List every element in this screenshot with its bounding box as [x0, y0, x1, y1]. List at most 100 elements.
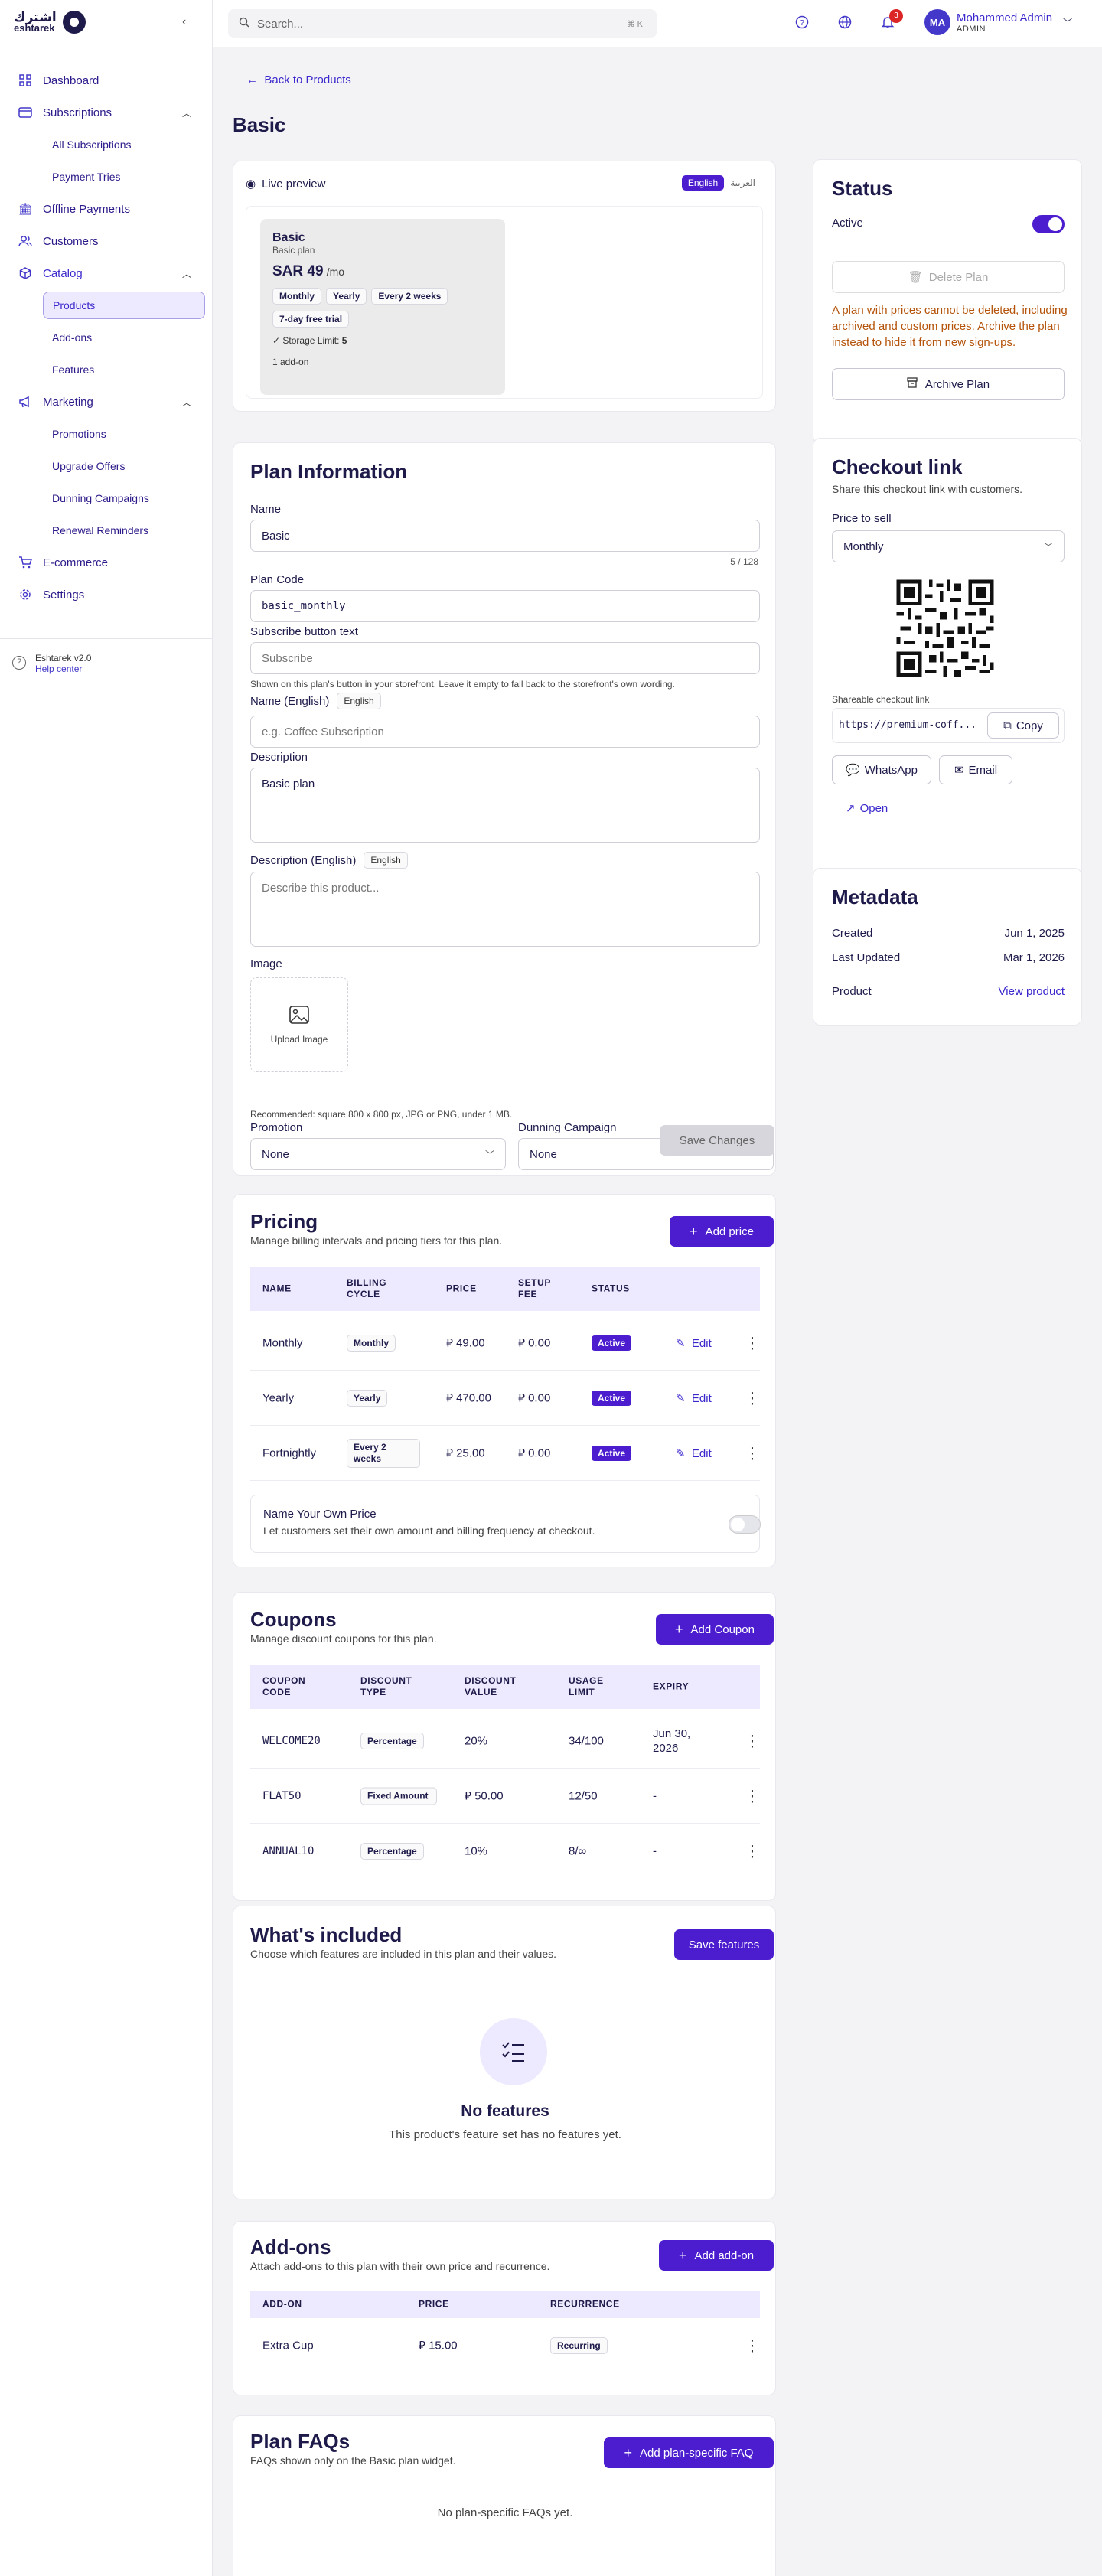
collapse-sidebar-icon[interactable]: ‹: [182, 15, 186, 29]
save-features-button[interactable]: Save features: [674, 1929, 774, 1960]
sidebar-item-ecommerce[interactable]: E-commerce: [0, 546, 213, 579]
add-coupon-button[interactable]: + Add Coupon: [656, 1614, 774, 1645]
checklist-icon: [480, 2018, 547, 2085]
bell-icon[interactable]: 3: [880, 9, 903, 31]
subscribe-button-text-label: Subscribe button text: [250, 625, 358, 638]
add-faq-button[interactable]: + Add plan-specific FAQ: [604, 2437, 774, 2468]
sidebar-item-dunning-campaigns[interactable]: Dunning Campaigns: [0, 482, 213, 514]
sidebar-item-dashboard[interactable]: Dashboard: [0, 64, 213, 96]
sidebar-item-marketing[interactable]: Marketing ︿: [0, 386, 213, 418]
help-icon[interactable]: ?: [794, 15, 810, 31]
name-english-field[interactable]: e.g. Coffee Subscription: [250, 716, 760, 748]
more-options-icon[interactable]: ⋮: [745, 1842, 760, 1861]
more-options-icon[interactable]: ⋮: [745, 1731, 760, 1750]
sidebar-item-add-ons[interactable]: Add-ons: [0, 321, 213, 354]
save-changes-button[interactable]: Save Changes: [660, 1125, 774, 1156]
more-options-icon[interactable]: ⋮: [745, 1333, 760, 1352]
archive-plan-button[interactable]: Archive Plan: [832, 368, 1065, 400]
table-row: ANNUAL10 Percentage 10% 8/∞ - ⋮: [250, 1824, 760, 1879]
more-options-icon[interactable]: ⋮: [745, 1388, 760, 1407]
avatar: MA: [924, 9, 950, 35]
discount-type-chip: Fixed Amount: [360, 1787, 437, 1805]
copy-link-button[interactable]: ⧉ Copy: [987, 712, 1059, 739]
plan-code-field[interactable]: basic_monthly: [250, 590, 760, 622]
shareable-link-label: Shareable checkout link: [832, 694, 930, 705]
mail-icon: ✉: [954, 764, 964, 777]
brand-logo[interactable]: اشترك eshtarek: [14, 11, 86, 34]
riyal-icon: ⃁: [518, 1336, 525, 1349]
user-menu[interactable]: MA Mohammed Admin ADMIN ﹀: [924, 9, 1072, 35]
pricing-title: Pricing: [250, 1210, 318, 1233]
sidebar-item-renewal-reminders[interactable]: Renewal Reminders: [0, 514, 213, 546]
add-addon-button[interactable]: + Add add-on: [659, 2240, 774, 2271]
share-whatsapp-button[interactable]: 💬 WhatsApp: [832, 755, 931, 784]
sidebar-item-products[interactable]: Products: [43, 292, 205, 319]
pricing-card: Pricing Manage billing intervals and pri…: [233, 1194, 776, 1567]
preview-cycle-chip[interactable]: Every 2 weeks: [371, 288, 448, 305]
upload-image-dropzone[interactable]: Upload Image: [250, 977, 348, 1072]
sidebar-item-catalog[interactable]: Catalog ︿: [0, 257, 213, 289]
price-to-sell-label: Price to sell: [832, 512, 892, 525]
sidebar-item-all-subscriptions[interactable]: All Subscriptions: [0, 129, 213, 161]
empty-features-title: No features: [461, 2102, 549, 2120]
preview-period: /mo: [326, 266, 345, 278]
name-field[interactable]: Basic: [250, 520, 760, 552]
more-options-icon[interactable]: ⋮: [745, 1443, 760, 1462]
add-addon-label: Add add-on: [694, 2248, 755, 2262]
sidebar-footer: ? Eshtarek v2.0 Help center: [0, 638, 213, 688]
subscribe-button-text-field[interactable]: Subscribe: [250, 642, 760, 674]
sidebar-item-subscriptions[interactable]: Subscriptions ︿: [0, 96, 213, 129]
archive-icon: [907, 377, 918, 391]
price-to-sell-select[interactable]: Monthly ﹀: [832, 530, 1065, 562]
globe-icon[interactable]: [837, 15, 853, 31]
description-english-field[interactable]: Describe this product...: [250, 872, 760, 947]
help-center-link[interactable]: Help center: [35, 664, 201, 674]
nyop-toggle[interactable]: [729, 1515, 761, 1534]
active-toggle[interactable]: [1032, 215, 1065, 233]
expiry: -: [653, 1789, 657, 1802]
email-label: Email: [968, 763, 998, 777]
lang-en-button[interactable]: English: [681, 175, 725, 191]
share-email-button[interactable]: ✉ Email: [939, 755, 1012, 784]
add-price-button[interactable]: + Add price: [670, 1216, 774, 1247]
preview-cycle-chip[interactable]: Yearly: [326, 288, 367, 305]
dunning-campaign-label: Dunning Campaign: [518, 1121, 617, 1134]
more-options-icon[interactable]: ⋮: [745, 1786, 760, 1805]
nyop-title: Name Your Own Price: [263, 1508, 377, 1521]
lang-ar-button[interactable]: العربية: [730, 178, 755, 188]
view-product-link[interactable]: View product: [999, 985, 1065, 998]
name-char-count: 5 / 128: [730, 556, 758, 567]
description-field[interactable]: Basic plan: [250, 768, 760, 843]
sidebar-item-settings[interactable]: Settings: [0, 579, 213, 611]
search-input[interactable]: Search... ⌘ K: [228, 9, 657, 38]
addon-price-amount: 15.00: [429, 2339, 458, 2353]
sidebar-item-customers[interactable]: Customers: [0, 225, 213, 257]
sidebar-item-payment-tries[interactable]: Payment Tries: [0, 161, 213, 193]
pricing-subtitle: Manage billing intervals and pricing tie…: [250, 1234, 503, 1247]
sidebar-nav: Dashboard Subscriptions ︿ All Subscripti…: [0, 64, 213, 611]
sidebar-item-features[interactable]: Features: [0, 354, 213, 386]
setup-fee-value: ⃁ 0.00: [518, 1391, 550, 1405]
shareable-link-value[interactable]: https://premium-coff...: [839, 719, 976, 731]
more-options-icon[interactable]: ⋮: [745, 2336, 760, 2356]
riyal-icon: ⃁: [446, 1446, 453, 1459]
promotion-select[interactable]: None ﹀: [250, 1138, 506, 1170]
preview-cycle-chip[interactable]: Monthly: [272, 288, 321, 305]
sidebar-item-promotions[interactable]: Promotions: [0, 418, 213, 450]
plus-icon: +: [690, 1223, 698, 1239]
open-link-button[interactable]: ↗ Open: [846, 801, 888, 815]
plus-icon: +: [675, 1621, 683, 1637]
edit-price-button[interactable]: ✎ Edit: [676, 1446, 712, 1460]
delete-plan-button[interactable]: 🗑 Delete Plan: [832, 261, 1065, 293]
edit-price-button[interactable]: ✎ Edit: [676, 1391, 712, 1405]
add-coupon-label: Add Coupon: [690, 1622, 755, 1636]
chevron-down-icon: ﹀: [1043, 541, 1053, 553]
sidebar-item-upgrade-offers[interactable]: Upgrade Offers: [0, 450, 213, 482]
edit-price-button[interactable]: ✎ Edit: [676, 1336, 712, 1350]
sidebar-item-offline-payments[interactable]: 🏛 Offline Payments: [0, 193, 213, 225]
back-to-products-link[interactable]: ← Back to Products: [246, 73, 351, 86]
updated-label: Last Updated: [832, 951, 901, 964]
add-faq-label: Add plan-specific FAQ: [640, 2446, 754, 2460]
column-header: USAGE LIMIT: [569, 1675, 604, 1697]
live-preview-card: ◉ Live preview English العربية Basic Basi…: [233, 161, 776, 412]
